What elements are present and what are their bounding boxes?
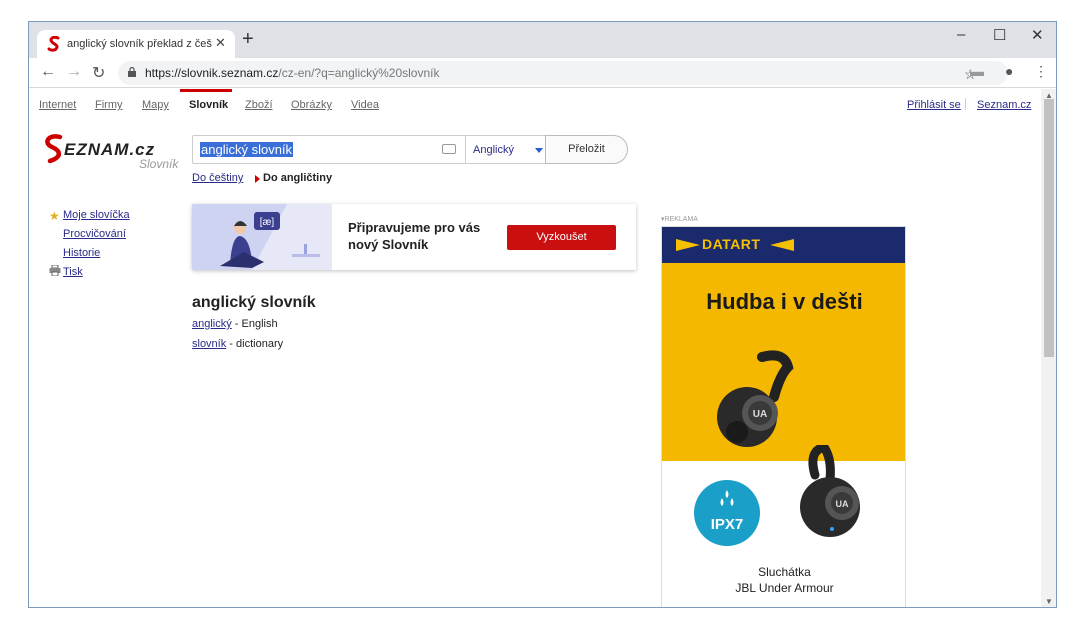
result-row: anglický - English bbox=[192, 318, 278, 330]
nav-zbozi[interactable]: Zboží bbox=[245, 99, 273, 111]
star-icon: ★ bbox=[49, 209, 60, 223]
search-input[interactable]: anglický slovník bbox=[192, 135, 466, 164]
result-title: anglický slovník bbox=[192, 294, 316, 311]
logo-subtitle: Slovník bbox=[139, 157, 179, 171]
ad-label: ▾REKLAMA bbox=[661, 216, 698, 223]
dropdown-caret-icon bbox=[535, 148, 543, 153]
address-bar[interactable]: https://slovnik.seznam.cz/cz-en/?q=angli… bbox=[118, 61, 1008, 85]
nav-firmy[interactable]: Firmy bbox=[95, 99, 123, 111]
banner-text: Připravujeme pro vás nový Slovník bbox=[348, 220, 481, 252]
printer-icon bbox=[49, 265, 61, 276]
maximize-button[interactable]: ☐ bbox=[993, 26, 1006, 44]
page-content: Internet Firmy Mapy Slovník Zboží Obrázk… bbox=[29, 89, 1041, 607]
result-translation: - dictionary bbox=[226, 338, 284, 350]
menu-kebab-icon[interactable]: ⋮ bbox=[1034, 63, 1048, 80]
try-button[interactable]: Vyzkoušet bbox=[507, 225, 616, 250]
result-word-link[interactable]: anglický bbox=[192, 318, 232, 330]
close-window-button[interactable]: ✕ bbox=[1031, 26, 1044, 44]
minimize-button[interactable]: – bbox=[957, 26, 965, 43]
new-tab-button[interactable]: + bbox=[242, 28, 254, 51]
result-word-link[interactable]: slovník bbox=[192, 338, 226, 350]
nav-internet[interactable]: Internet bbox=[39, 99, 76, 111]
tab-close-icon[interactable]: ✕ bbox=[215, 35, 226, 51]
profile-avatar-icon[interactable]: ● bbox=[1005, 63, 1013, 79]
back-arrow-icon[interactable]: ← bbox=[40, 63, 56, 81]
svg-text:UA: UA bbox=[836, 499, 849, 509]
ad-brand-logo: DATART bbox=[702, 236, 761, 252]
direction-to-czech-link[interactable]: Do češtiny bbox=[192, 172, 243, 184]
banner-bubble-text: [æ] bbox=[260, 217, 275, 228]
svg-text:UA: UA bbox=[753, 409, 767, 420]
ipx7-badge: IPX7 bbox=[694, 480, 760, 546]
ad-product-line2: JBL Under Armour bbox=[735, 581, 834, 595]
search-query-text: anglický slovník bbox=[200, 142, 294, 157]
scroll-down-icon[interactable]: ▼ bbox=[1045, 597, 1053, 606]
nav-videa[interactable]: Videa bbox=[351, 99, 379, 111]
direction-to-english-active: Do angličtiny bbox=[263, 172, 333, 184]
tab-bar: anglický slovník překlad z češtiny ✕ + –… bbox=[29, 22, 1056, 58]
forward-arrow-icon[interactable]: → bbox=[66, 63, 82, 81]
advertisement[interactable]: DATART Hudba i v dešti UA IPX7 UA Sluchá… bbox=[661, 226, 906, 607]
address-toolbar: ← → ↻ https://slovnik.seznam.cz/cz-en/?q… bbox=[29, 58, 1056, 88]
result-row: slovník - dictionary bbox=[192, 338, 283, 350]
ad-headline: Hudba i v dešti bbox=[706, 289, 863, 314]
ad-product-name: Sluchátka JBL Under Armour bbox=[662, 564, 905, 596]
nav-obrazky[interactable]: Obrázky bbox=[291, 99, 332, 111]
sidebar-item-history[interactable]: Historie bbox=[63, 247, 100, 259]
page-scrollbar[interactable]: ▲ ▼ bbox=[1041, 89, 1056, 607]
seznam-favicon-icon bbox=[47, 36, 60, 52]
nav-slovnik[interactable]: Slovník bbox=[189, 99, 228, 111]
extension-icon[interactable]: ▬ bbox=[970, 63, 984, 79]
banner-illustration: [æ] bbox=[192, 204, 332, 270]
nav-mapy[interactable]: Mapy bbox=[142, 99, 169, 111]
divider bbox=[965, 98, 966, 110]
sidebar-item-my-words[interactable]: Moje slovíčka bbox=[63, 209, 130, 221]
ipx7-badge-text: IPX7 bbox=[710, 516, 744, 533]
active-tab-indicator bbox=[180, 89, 232, 92]
language-select[interactable]: Anglický bbox=[465, 135, 546, 164]
arrow-left-icon bbox=[770, 239, 794, 251]
browser-tab[interactable]: anglický slovník překlad z češtiny ✕ bbox=[37, 30, 235, 58]
earbud-image: UA bbox=[800, 445, 860, 537]
translate-button[interactable]: Přeložit bbox=[545, 135, 628, 164]
login-link[interactable]: Přihlásit se bbox=[907, 99, 961, 111]
reload-icon[interactable]: ↻ bbox=[92, 63, 105, 83]
lock-icon bbox=[128, 67, 136, 77]
seznam-home-link[interactable]: Seznam.cz bbox=[977, 99, 1031, 111]
url-text: https://slovnik.seznam.cz/cz-en/?q=angli… bbox=[145, 66, 440, 80]
new-dictionary-banner: [æ] Připravujeme pro vás nový Slovník Vy… bbox=[192, 204, 636, 270]
water-drops-icon bbox=[720, 490, 734, 506]
tab-title: anglický slovník překlad z češtiny bbox=[67, 38, 212, 50]
ad-brand-bar: DATART bbox=[662, 227, 905, 263]
sidebar-item-print[interactable]: Tisk bbox=[63, 266, 83, 278]
scroll-thumb[interactable] bbox=[1044, 99, 1054, 357]
language-select-value: Anglický bbox=[473, 144, 514, 156]
keyboard-icon[interactable] bbox=[442, 144, 456, 154]
arrow-right-icon bbox=[676, 239, 700, 251]
result-translation: - English bbox=[231, 318, 278, 330]
browser-window: anglický slovník překlad z češtiny ✕ + –… bbox=[28, 21, 1057, 608]
ad-product-line1: Sluchátka bbox=[758, 565, 811, 579]
direction-arrow-icon bbox=[255, 175, 260, 183]
sidebar-item-practice[interactable]: Procvičování bbox=[63, 228, 126, 240]
